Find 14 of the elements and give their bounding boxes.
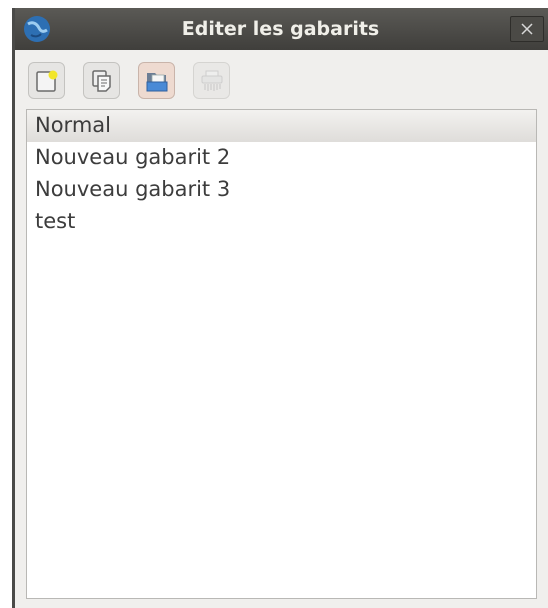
close-button[interactable]: [510, 16, 544, 42]
toolbar-button[interactable]: [138, 62, 175, 99]
toolbar-button[interactable]: [28, 62, 65, 99]
template-item[interactable]: Nouveau gabarit 2: [27, 142, 536, 174]
globe-icon: [23, 15, 51, 43]
template-item[interactable]: test: [27, 206, 536, 238]
copy-icon: [90, 68, 114, 92]
toolbar-button[interactable]: [83, 62, 120, 99]
template-item[interactable]: Normal: [27, 110, 536, 142]
template-item[interactable]: Nouveau gabarit 3: [27, 174, 536, 206]
shredder-icon: [200, 68, 224, 92]
close-icon: [521, 23, 533, 35]
new-document-icon: [34, 68, 58, 92]
window-title: Editer les gabarits: [180, 16, 380, 42]
